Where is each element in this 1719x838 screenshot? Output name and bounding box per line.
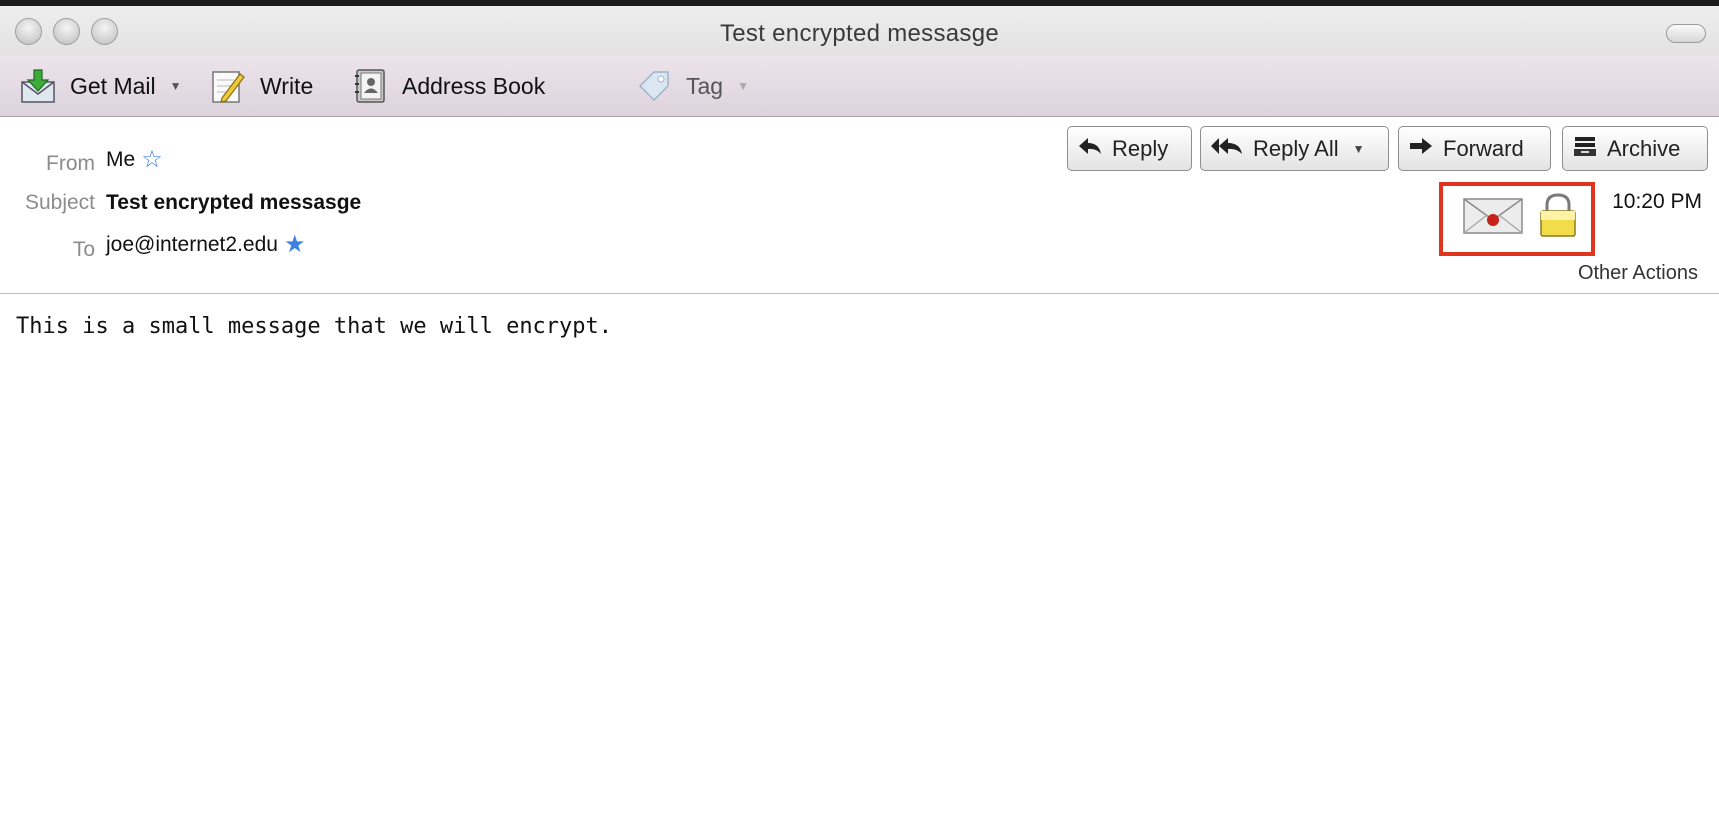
lock-icon[interactable] <box>1538 192 1578 243</box>
from-label: From <box>46 152 95 175</box>
reply-all-arrow-icon <box>1211 136 1243 162</box>
subject-label: Subject <box>24 191 95 214</box>
archive-icon <box>1573 135 1597 163</box>
from-value[interactable]: Me <box>106 148 135 172</box>
reply-all-button[interactable]: Reply All ▼ <box>1200 126 1389 171</box>
window-title: Test encrypted messasge <box>719 20 1000 47</box>
other-actions-button[interactable]: Other Actions <box>1578 262 1698 285</box>
forward-arrow-icon <box>1409 136 1433 162</box>
write-icon <box>210 68 246 104</box>
tag-icon <box>636 68 672 104</box>
write-button[interactable]: Write <box>210 64 313 108</box>
tag-label: Tag <box>686 72 724 99</box>
archive-label: Archive <box>1607 135 1681 161</box>
title-bar: Test encrypted messasge <box>0 6 1719 56</box>
address-book-label: Address Book <box>402 72 546 99</box>
reply-all-label: Reply All <box>1253 135 1339 161</box>
from-field[interactable]: Me ☆ <box>106 148 163 172</box>
reply-label: Reply <box>1112 135 1169 161</box>
archive-button[interactable]: Archive <box>1562 126 1708 171</box>
toolbar-toggle-button[interactable] <box>1666 24 1706 43</box>
subject-value: Test encrypted messasge <box>106 191 362 214</box>
reply-arrow-icon <box>1078 136 1102 162</box>
to-field[interactable]: joe@internet2.edu ★ <box>106 233 305 257</box>
reply-button[interactable]: Reply <box>1067 126 1192 171</box>
to-value[interactable]: joe@internet2.edu <box>106 233 278 257</box>
chevron-down-icon[interactable]: ▼ <box>1353 142 1365 156</box>
chevron-down-icon[interactable]: ▼ <box>170 79 182 93</box>
write-label: Write <box>260 72 314 99</box>
to-label: To <box>72 238 95 261</box>
message-time: 10:20 PM <box>1612 190 1702 213</box>
star-filled-icon[interactable]: ★ <box>284 233 306 257</box>
tag-button[interactable]: Tag ▼ <box>636 64 749 108</box>
forward-button[interactable]: Forward <box>1398 126 1551 171</box>
star-outline-icon[interactable]: ☆ <box>141 148 163 172</box>
signed-envelope-icon[interactable] <box>1463 198 1523 239</box>
main-toolbar: Get Mail ▼ Write Address Book Tag ▼ <box>0 56 1719 117</box>
forward-label: Forward <box>1443 135 1524 161</box>
get-mail-label: Get Mail <box>70 72 156 99</box>
address-book-button[interactable]: Address Book <box>352 64 545 108</box>
message-body: This is a small message that we will enc… <box>16 314 613 339</box>
chevron-down-icon[interactable]: ▼ <box>737 79 749 93</box>
get-mail-icon <box>20 68 56 104</box>
address-book-icon <box>352 68 388 104</box>
get-mail-button[interactable]: Get Mail ▼ <box>20 64 182 108</box>
